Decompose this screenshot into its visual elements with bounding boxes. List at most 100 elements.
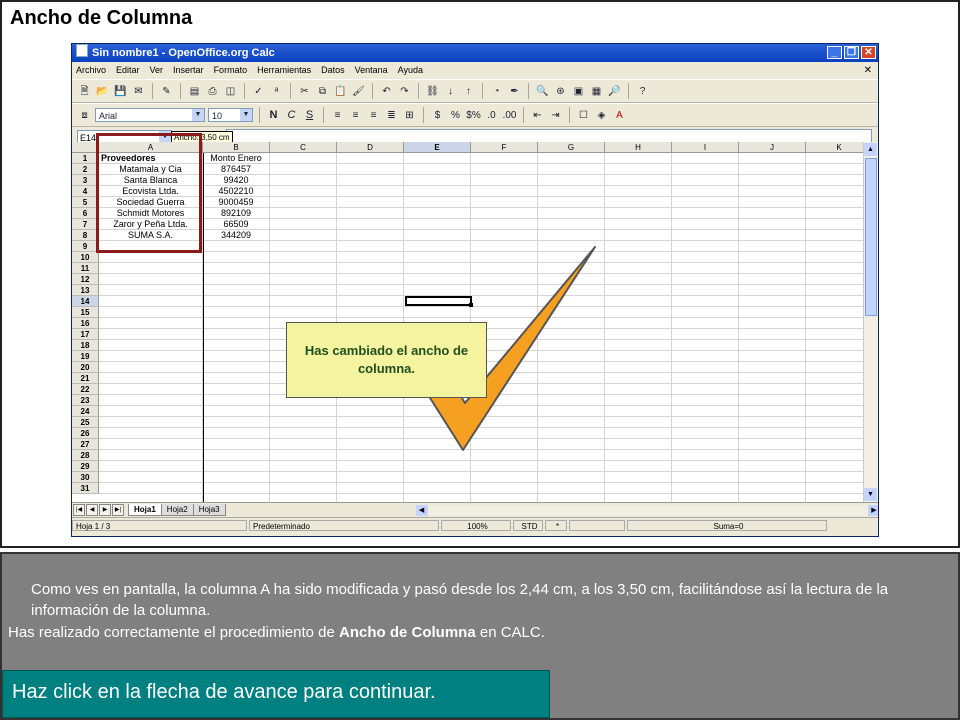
redo-icon[interactable]: ↷: [397, 84, 412, 99]
row-header-5[interactable]: 5: [72, 197, 99, 208]
status-mode[interactable]: STD: [513, 519, 543, 531]
row-header-29[interactable]: 29: [72, 461, 99, 472]
italic-icon[interactable]: C: [284, 108, 299, 123]
font-color-icon[interactable]: A: [612, 108, 627, 123]
scroll-left-icon[interactable]: ◀: [415, 504, 428, 516]
cut-icon[interactable]: ✂: [297, 84, 312, 99]
background-color-icon[interactable]: ◈: [594, 108, 609, 123]
hyperlink-icon[interactable]: ⛓: [425, 84, 440, 99]
chevron-down-icon[interactable]: ▼: [240, 109, 252, 121]
menu-insertar[interactable]: Insertar: [173, 62, 204, 79]
minimize-button[interactable]: _: [827, 46, 842, 59]
increase-indent-icon[interactable]: ⇥: [548, 108, 563, 123]
row-header-14[interactable]: 14: [72, 296, 99, 307]
underline-icon[interactable]: S: [302, 108, 317, 123]
copy-icon[interactable]: ⧉: [315, 84, 330, 99]
scroll-right-icon[interactable]: ▶: [868, 504, 878, 516]
column-header-e[interactable]: E: [404, 142, 471, 153]
row-header-9[interactable]: 9: [72, 241, 99, 252]
standard-format-icon[interactable]: $%: [466, 108, 481, 123]
row-header-3[interactable]: 3: [72, 175, 99, 186]
continue-box[interactable]: Haz click en la flecha de avance para co…: [2, 670, 550, 718]
row-header-8[interactable]: 8: [72, 230, 99, 241]
row-header-11[interactable]: 11: [72, 263, 99, 274]
sort-descending-icon[interactable]: ↑: [461, 84, 476, 99]
row-header-7[interactable]: 7: [72, 219, 99, 230]
scroll-up-icon[interactable]: ▲: [864, 143, 877, 156]
row-header-22[interactable]: 22: [72, 384, 99, 395]
row-header-28[interactable]: 28: [72, 450, 99, 461]
align-left-icon[interactable]: ≡: [330, 108, 345, 123]
maximize-button[interactable]: ❐: [844, 46, 859, 59]
column-header-h[interactable]: H: [605, 142, 672, 153]
column-header-d[interactable]: D: [337, 142, 404, 153]
font-size-select[interactable]: 10 ▼: [208, 108, 253, 122]
row-header-25[interactable]: 25: [72, 417, 99, 428]
vertical-scrollbar[interactable]: ▲ ▼: [863, 142, 878, 502]
justify-icon[interactable]: ≣: [384, 108, 399, 123]
cell-b7[interactable]: 66509: [203, 219, 269, 230]
column-header-k[interactable]: K: [806, 142, 865, 153]
navigator-icon[interactable]: ⊛: [553, 84, 568, 99]
column-header-c[interactable]: C: [270, 142, 337, 153]
row-header-13[interactable]: 13: [72, 285, 99, 296]
styles-icon[interactable]: ⧈: [77, 108, 92, 123]
document-close-icon[interactable]: ✕: [864, 62, 872, 79]
row-header-17[interactable]: 17: [72, 329, 99, 340]
select-all-corner[interactable]: [72, 142, 99, 153]
menu-datos[interactable]: Datos: [321, 62, 345, 79]
menu-formato[interactable]: Formato: [214, 62, 248, 79]
scroll-down-icon[interactable]: ▼: [864, 488, 877, 501]
row-header-16[interactable]: 16: [72, 318, 99, 329]
row-header-26[interactable]: 26: [72, 428, 99, 439]
row-header-12[interactable]: 12: [72, 274, 99, 285]
column-header-i[interactable]: I: [672, 142, 739, 153]
close-button[interactable]: ✕: [861, 46, 876, 59]
print-preview-icon[interactable]: ◫: [223, 84, 238, 99]
first-sheet-icon[interactable]: |◀: [73, 504, 85, 516]
column-header-j[interactable]: J: [739, 142, 806, 153]
row-header-6[interactable]: 6: [72, 208, 99, 219]
sheet-tab-hoja2[interactable]: Hoja2: [160, 504, 194, 516]
last-sheet-icon[interactable]: ▶|: [112, 504, 124, 516]
format-paintbrush-icon[interactable]: 🖌: [351, 84, 366, 99]
row-header-23[interactable]: 23: [72, 395, 99, 406]
menu-ver[interactable]: Ver: [150, 62, 164, 79]
paste-icon[interactable]: 📋: [333, 84, 348, 99]
bold-icon[interactable]: N: [266, 108, 281, 123]
edit-file-icon[interactable]: ✎: [159, 84, 174, 99]
datasources-icon[interactable]: ▦: [589, 84, 604, 99]
cell-b6[interactable]: 892109: [203, 208, 269, 219]
find-icon[interactable]: 🔍: [535, 84, 550, 99]
cell-b5[interactable]: 9000459: [203, 197, 269, 208]
menu-editar[interactable]: Editar: [116, 62, 140, 79]
status-zoom[interactable]: 100%: [441, 519, 511, 531]
column-a-resize-line[interactable]: [203, 153, 204, 502]
chart-icon[interactable]: ◔: [489, 84, 504, 99]
align-center-icon[interactable]: ≡: [348, 108, 363, 123]
row-header-2[interactable]: 2: [72, 164, 99, 175]
align-right-icon[interactable]: ≡: [366, 108, 381, 123]
cell-b8[interactable]: 344209: [203, 230, 269, 241]
help-icon[interactable]: ?: [635, 84, 650, 99]
new-document-icon[interactable]: 🗎: [77, 84, 92, 99]
decrease-indent-icon[interactable]: ⇤: [530, 108, 545, 123]
column-header-b[interactable]: B: [203, 142, 270, 153]
save-icon[interactable]: 💾: [113, 84, 128, 99]
open-folder-icon[interactable]: 📂: [95, 84, 110, 99]
row-header-24[interactable]: 24: [72, 406, 99, 417]
menu-herramientas[interactable]: Herramientas: [257, 62, 311, 79]
remove-decimal-icon[interactable]: .00: [502, 108, 517, 123]
borders-icon[interactable]: ☐: [576, 108, 591, 123]
sheet-tab-hoja1[interactable]: Hoja1: [128, 504, 162, 516]
horizontal-scrollbar[interactable]: ◀ ▶: [415, 504, 878, 516]
autospell-icon[interactable]: ᵃ: [269, 84, 284, 99]
print-icon[interactable]: ⎙: [205, 84, 220, 99]
percent-icon[interactable]: %: [448, 108, 463, 123]
row-header-19[interactable]: 19: [72, 351, 99, 362]
menu-ayuda[interactable]: Ayuda: [398, 62, 423, 79]
font-name-select[interactable]: Arial ▼: [95, 108, 205, 122]
undo-icon[interactable]: ↶: [379, 84, 394, 99]
cell-b3[interactable]: 99420: [203, 175, 269, 186]
scroll-thumb[interactable]: [865, 158, 877, 316]
